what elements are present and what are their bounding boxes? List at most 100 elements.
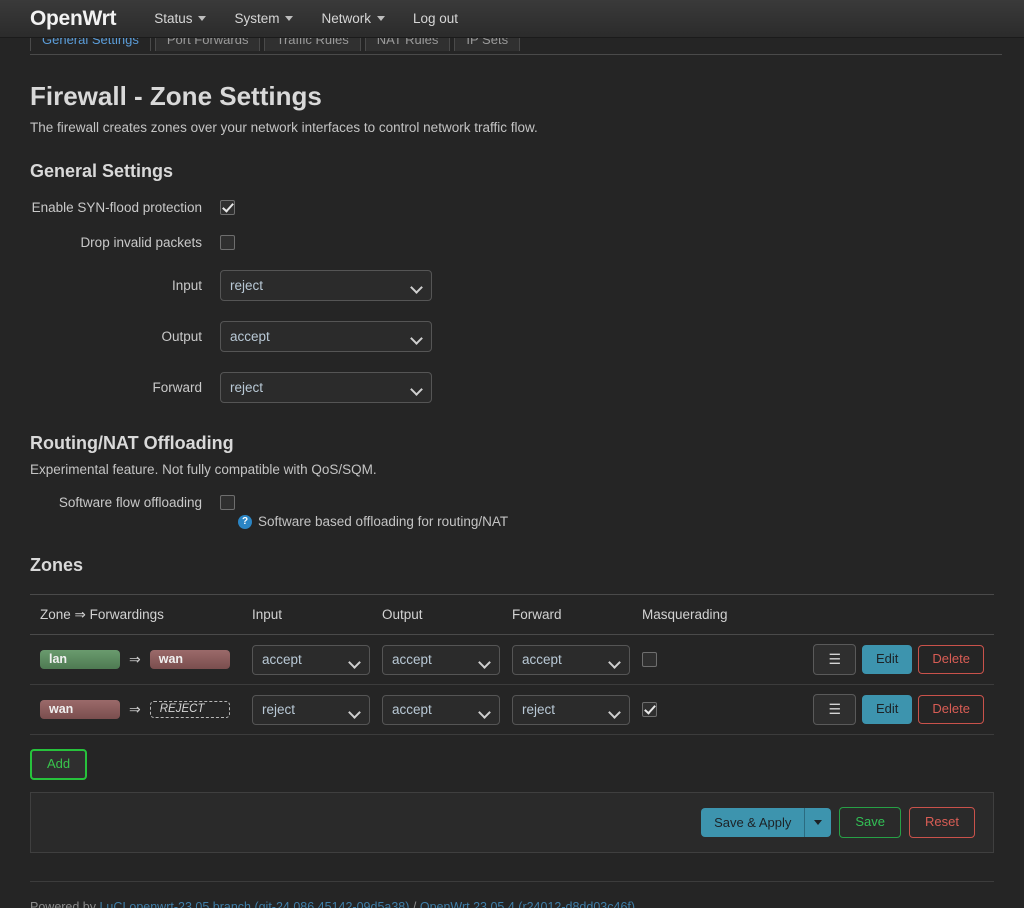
column-header-output: Output (382, 607, 423, 622)
row-input-cell: accept (252, 644, 382, 675)
drop-invalid-checkbox[interactable] (220, 235, 235, 250)
edit-button[interactable]: Edit (862, 695, 913, 724)
chevron-down-icon (285, 16, 294, 21)
delete-button[interactable]: Delete (918, 695, 984, 724)
field-row-syn-flood: Enable SYN-flood protection (30, 200, 994, 215)
offloading-hint: ? Software based offloading for routing/… (238, 514, 994, 529)
zones-heading: Zones (30, 555, 84, 575)
zone-badge-source[interactable]: wan (40, 700, 120, 719)
luci-version-link[interactable]: LuCI openwrt-23.05 branch (git-24.086.45… (99, 900, 409, 908)
save-apply-dropdown-toggle[interactable] (805, 808, 831, 837)
page-description: The firewall creates zones over your net… (30, 120, 538, 135)
tab-nat-rules[interactable]: NAT Rules (364, 38, 451, 51)
edit-button[interactable]: Edit (862, 645, 913, 674)
zones-table: Zone ⇒ Forwardings Input Output Forward … (30, 594, 994, 735)
action-bar: Save & Apply Save Reset (30, 791, 994, 853)
page-footer: Powered by LuCI openwrt-23.05 branch (gi… (30, 880, 994, 908)
row-actions-cell: ☰ Edit Delete (807, 644, 984, 675)
row-input-cell: reject (252, 694, 382, 725)
main-content: Firewall - Zone Settings The firewall cr… (0, 81, 1024, 853)
delete-button[interactable]: Delete (918, 645, 984, 674)
field-row-drop-invalid: Drop invalid packets (30, 235, 994, 250)
row-forward-select[interactable]: accept (512, 644, 630, 675)
field-row-input: Input reject (30, 270, 994, 301)
save-apply-button[interactable]: Save & Apply (701, 807, 806, 837)
openwrt-version-link[interactable]: OpenWrt 23.05.4 (r24012-d8dd03c46f) (420, 900, 635, 908)
row-masquerading-cell (642, 652, 807, 667)
save-apply-split-button: Save & Apply (701, 807, 832, 837)
help-circle-icon: ? (238, 514, 252, 529)
chevron-down-icon (198, 16, 207, 21)
syn-flood-checkbox[interactable] (220, 200, 235, 215)
nav-item-label: System (234, 11, 280, 26)
row-masquerading-checkbox[interactable] (642, 702, 657, 717)
footer-separator: / (409, 899, 420, 908)
column-header-forward: Forward (512, 607, 562, 622)
row-forward-cell: accept (512, 644, 642, 675)
tab-general-settings[interactable]: General Settings (30, 38, 151, 51)
add-zone-button[interactable]: Add (30, 749, 88, 780)
forward-arrow-icon: ⇒ (129, 701, 141, 717)
row-forward-cell: reject (512, 694, 642, 725)
nav-item-status[interactable]: Status (154, 11, 207, 26)
openwrt-logo[interactable]: OpenWrt (30, 7, 116, 31)
output-label: Output (161, 329, 202, 344)
nav-item-logout[interactable]: Log out (413, 11, 458, 26)
hamburger-menu-icon[interactable]: ☰ (813, 694, 857, 725)
tab-traffic-rules[interactable]: Traffic Rules (264, 38, 361, 51)
row-masquerading-checkbox[interactable] (642, 652, 657, 667)
input-policy-select[interactable]: reject (220, 270, 432, 301)
zone-forwarding-cell: wan ⇒ REJECT (40, 700, 252, 719)
page-title: Firewall - Zone Settings (30, 81, 322, 111)
row-input-select[interactable]: reject (252, 694, 370, 725)
tab-ip-sets[interactable]: IP Sets (454, 38, 521, 51)
field-row-flow-offloading: Software flow offloading (30, 495, 994, 510)
forward-policy-select[interactable]: reject (220, 372, 432, 403)
chevron-down-icon (377, 16, 385, 21)
tab-bar: General Settings Port Forwards Traffic R… (30, 38, 1002, 55)
chevron-down-icon (814, 819, 823, 825)
zone-badge-destination[interactable]: wan (149, 650, 230, 669)
field-row-output: Output accept (30, 321, 994, 352)
footer-prefix: Powered by (30, 899, 100, 908)
reset-button[interactable]: Reset (909, 806, 975, 838)
offloading-description: Experimental feature. Not fully compatib… (30, 462, 377, 477)
table-row: lan ⇒ wan accept accept accept ☰ Edit De… (30, 635, 994, 685)
save-button[interactable]: Save (839, 806, 902, 838)
syn-flood-label: Enable SYN-flood protection (31, 200, 202, 215)
row-output-cell: accept (382, 644, 512, 675)
zones-table-header: Zone ⇒ Forwardings Input Output Forward … (30, 595, 994, 635)
zone-forwarding-cell: lan ⇒ wan (40, 650, 252, 669)
flow-offloading-label: Software flow offloading (58, 495, 202, 510)
nav-item-network[interactable]: Network (321, 11, 385, 26)
nav-item-system[interactable]: System (234, 11, 294, 26)
row-output-cell: accept (382, 694, 512, 725)
row-input-select[interactable]: accept (252, 644, 370, 675)
forward-label: Forward (152, 380, 202, 395)
forward-arrow-icon: ⇒ (129, 651, 141, 667)
column-header-zone: Zone ⇒ Forwardings (40, 606, 164, 622)
column-header-input: Input (252, 607, 283, 622)
row-forward-select[interactable]: reject (512, 694, 630, 725)
row-actions-cell: ☰ Edit Delete (807, 694, 984, 725)
top-navigation-bar: OpenWrt Status System Network Log out (0, 0, 1024, 38)
input-label: Input (171, 278, 202, 293)
nav-menu: Status System Network Log out (154, 11, 458, 26)
drop-invalid-label: Drop invalid packets (80, 235, 202, 250)
offloading-hint-text: Software based offloading for routing/NA… (258, 514, 509, 529)
zone-badge-destination[interactable]: REJECT (149, 701, 230, 718)
row-output-select[interactable]: accept (382, 694, 500, 725)
field-row-forward: Forward reject (30, 372, 994, 403)
offloading-heading: Routing/NAT Offloading (30, 433, 234, 453)
row-output-select[interactable]: accept (382, 644, 500, 675)
general-settings-heading: General Settings (30, 161, 174, 181)
hamburger-menu-icon[interactable]: ☰ (813, 644, 857, 675)
row-masquerading-cell (642, 702, 807, 717)
nav-item-label: Status (154, 11, 193, 26)
output-policy-select[interactable]: accept (220, 321, 432, 352)
nav-item-label: Log out (413, 11, 459, 26)
tab-port-forwards[interactable]: Port Forwards (154, 38, 261, 51)
zone-badge-source[interactable]: lan (40, 650, 120, 669)
flow-offloading-checkbox[interactable] (220, 495, 235, 510)
nav-item-label: Network (321, 11, 371, 26)
